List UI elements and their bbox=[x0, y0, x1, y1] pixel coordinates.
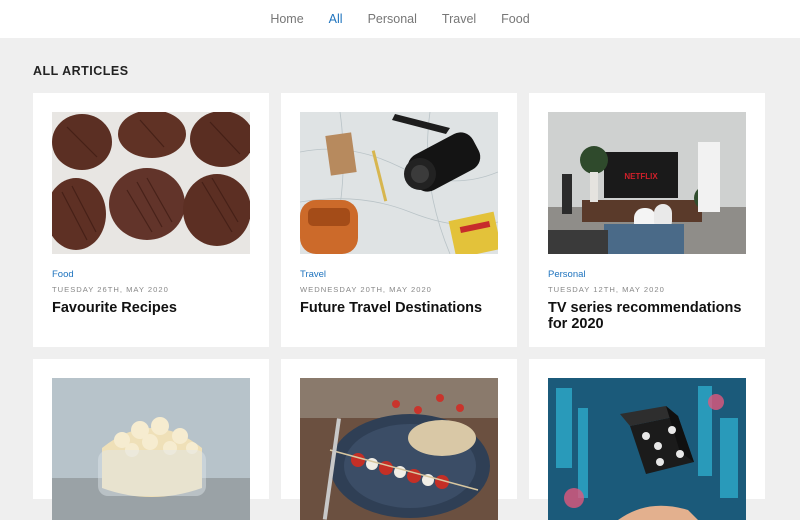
article-card-dice[interactable] bbox=[529, 359, 765, 520]
article-category[interactable]: Travel bbox=[300, 269, 498, 280]
nav-food[interactable]: Food bbox=[501, 12, 530, 26]
tv-livingroom-photo[interactable]: NETFLIX bbox=[548, 112, 746, 254]
article-date: TUESDAY 26TH, MAY 2020 bbox=[52, 285, 169, 294]
article-title[interactable]: Favourite Recipes bbox=[52, 300, 250, 316]
popcorn-photo[interactable] bbox=[52, 378, 250, 520]
map-camera-photo[interactable] bbox=[300, 112, 498, 254]
article-title[interactable]: TV series recommendations for 2020 bbox=[548, 300, 746, 332]
article-title[interactable]: Future Travel Destinations bbox=[300, 300, 498, 316]
skewers-photo[interactable] bbox=[300, 378, 498, 520]
article-date: TUESDAY 12TH, MAY 2020 bbox=[548, 285, 665, 294]
cookies-photo[interactable] bbox=[52, 112, 250, 254]
dice-photo[interactable] bbox=[548, 378, 746, 520]
article-category[interactable]: Personal bbox=[548, 269, 746, 280]
nav-home[interactable]: Home bbox=[270, 12, 303, 26]
article-card-travel[interactable]: Travel WEDNESDAY 20TH, MAY 2020 Future T… bbox=[281, 93, 517, 347]
article-card-tv[interactable]: NETFLIX Personal TUESDAY 12TH, MAY 2020 … bbox=[529, 93, 765, 347]
nav-all[interactable]: All bbox=[329, 12, 343, 26]
top-nav: Home All Personal Travel Food bbox=[0, 0, 800, 38]
article-card-recipes[interactable]: Food TUESDAY 26TH, MAY 2020 Favourite Re… bbox=[33, 93, 269, 347]
article-card-popcorn[interactable] bbox=[33, 359, 269, 520]
section-title: ALL ARTICLES bbox=[33, 64, 129, 78]
tv-brand-text: NETFLIX bbox=[624, 172, 658, 181]
article-card-skewers[interactable] bbox=[281, 359, 517, 520]
nav-personal[interactable]: Personal bbox=[368, 12, 417, 26]
nav-travel[interactable]: Travel bbox=[442, 12, 476, 26]
article-category[interactable]: Food bbox=[52, 269, 250, 280]
article-date: WEDNESDAY 20TH, MAY 2020 bbox=[300, 285, 432, 294]
